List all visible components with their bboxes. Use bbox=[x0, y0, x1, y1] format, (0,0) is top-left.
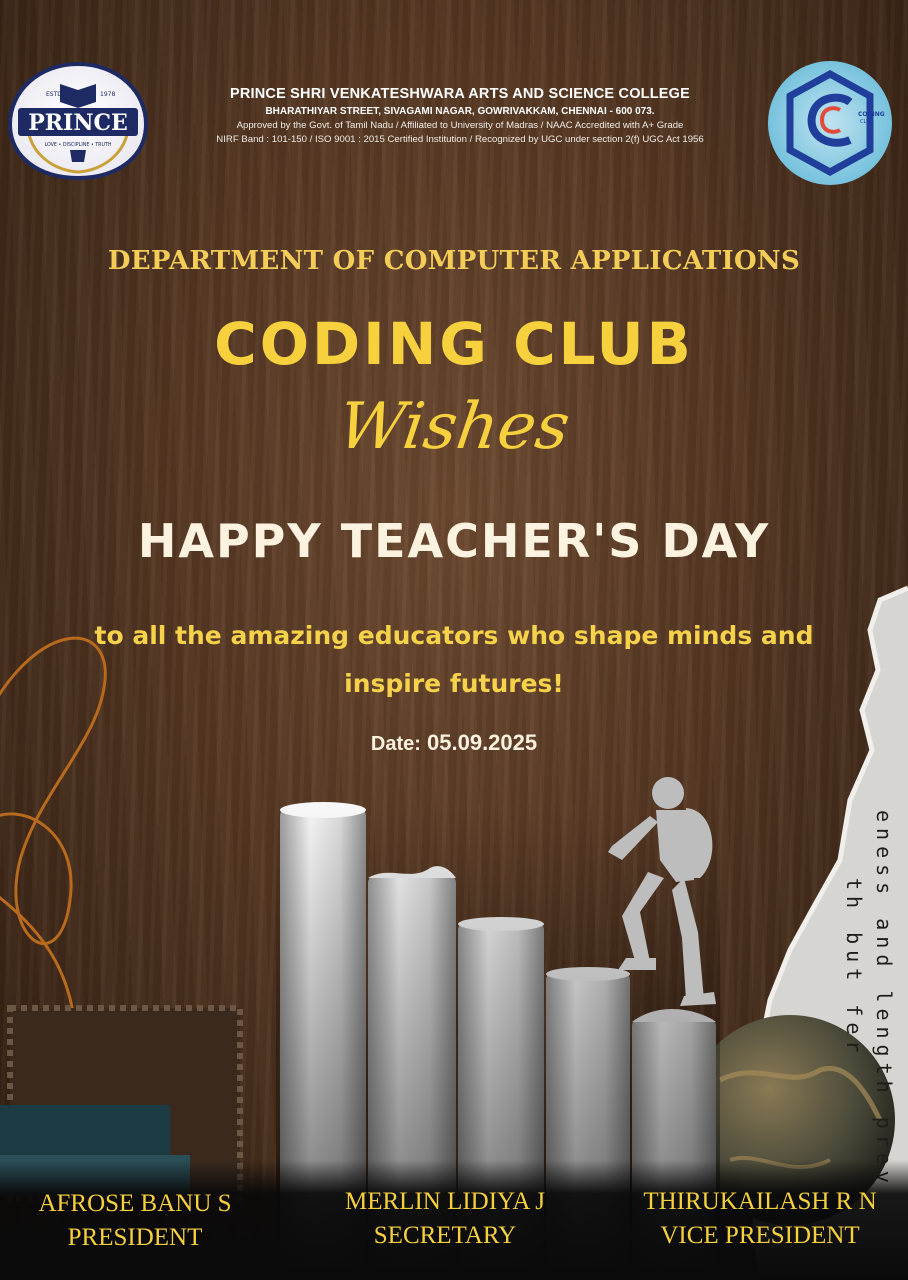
svg-text:ESTD: ESTD bbox=[46, 91, 62, 98]
prince-college-logo: ESTD 1978 PRINCE LOVE • DISCIPLINE • TRU… bbox=[8, 62, 148, 180]
svg-text:1978: 1978 bbox=[100, 91, 115, 98]
member-role: SECRETARY bbox=[373, 1222, 517, 1249]
svg-text:PRINCE: PRINCE bbox=[28, 110, 128, 136]
svg-text:CODING: CODING bbox=[858, 111, 885, 118]
paper-text-column-2: th but fer bbox=[842, 878, 866, 1059]
member-name: THIRUKAILASH R N bbox=[643, 1188, 877, 1215]
member-role: VICE PRESIDENT bbox=[660, 1222, 860, 1249]
member-role: PRESIDENT bbox=[67, 1224, 203, 1251]
member-secretary: MERLIN LIDIYA J SECRETARY bbox=[320, 1185, 570, 1253]
date-value: 05.09.2025 bbox=[427, 730, 538, 755]
occasion-title: HAPPY TEACHER'S DAY bbox=[137, 514, 771, 568]
member-vice-president: THIRUKAILASH R N VICE PRESIDENT bbox=[615, 1185, 905, 1253]
event-date: Date: 05.09.2025 bbox=[0, 730, 908, 756]
college-header: PRINCE SHRI VENKATESHWARA ARTS AND SCIEN… bbox=[160, 86, 760, 145]
date-label: Date: bbox=[370, 733, 421, 755]
member-name: AFROSE BANU S bbox=[38, 1190, 232, 1217]
message: to all the amazing educators who shape m… bbox=[40, 612, 868, 708]
college-name: PRINCE SHRI VENKATESHWARA ARTS AND SCIEN… bbox=[229, 86, 691, 102]
department-title: DEPARTMENT OF COMPUTER APPLICATIONS bbox=[107, 246, 801, 276]
college-certification: NIRF Band : 101-150 / ISO 9001 : 2015 Ce… bbox=[216, 134, 704, 145]
poster: eness and length prev th but fer ESTD 19… bbox=[0, 0, 908, 1280]
svg-text:LOVE • DISCIPLINE • TRUTH: LOVE • DISCIPLINE • TRUTH bbox=[44, 142, 111, 148]
paper-text-column-1: eness and length prev bbox=[872, 810, 896, 1189]
svg-text:CLUB: CLUB bbox=[860, 119, 874, 125]
crest-icon bbox=[70, 150, 86, 162]
member-name: MERLIN LIDIYA J bbox=[345, 1188, 545, 1215]
message-line-1: to all the amazing educators who shape m… bbox=[94, 621, 814, 650]
club-title: CODING CLUB bbox=[214, 310, 694, 378]
wishes-script: Wishes bbox=[333, 390, 575, 464]
member-president: AFROSE BANU S PRESIDENT bbox=[10, 1187, 260, 1255]
college-approval: Approved by the Govt. of Tamil Nadu / Af… bbox=[236, 120, 684, 131]
message-line-2: inspire futures! bbox=[344, 669, 564, 698]
coding-club-logo-icon: CODING CLUB bbox=[768, 61, 892, 185]
college-address: BHARATHIYAR STREET, SIVAGAMI NAGAR, GOWR… bbox=[265, 106, 655, 117]
